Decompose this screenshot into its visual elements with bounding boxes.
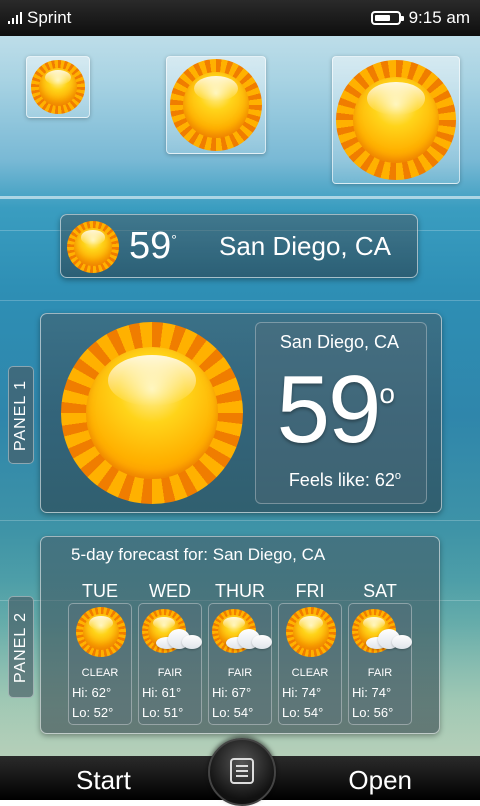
sun-icon: [278, 575, 342, 725]
degree-symbol: o: [379, 378, 395, 409]
forecast-condition: FAIR: [227, 667, 253, 679]
open-softkey[interactable]: Open: [348, 765, 412, 796]
sun-icon: [336, 60, 456, 180]
sun-icon: [76, 607, 126, 657]
forecast-low: Lo: 52°: [72, 705, 114, 720]
forecast-day[interactable]: FRI CLEAR Hi: 74° Lo: 54°: [278, 575, 342, 725]
sun-icon: [68, 575, 132, 725]
cloud-icon: [226, 629, 272, 649]
menu-icon: [230, 758, 254, 784]
panel-1-label[interactable]: PANEL 1: [8, 366, 34, 464]
start-softkey[interactable]: Start: [76, 765, 131, 796]
compact-weather-widget[interactable]: 59° San Diego, CA: [60, 214, 418, 278]
cloud-icon: [366, 629, 412, 649]
current-temperature: 59o: [276, 356, 395, 463]
forecast-day[interactable]: THUR FAIR Hi: 67° Lo: 54°: [208, 575, 272, 725]
forecast-low: Lo: 56°: [352, 705, 394, 720]
forecast-low: Lo: 54°: [282, 705, 324, 720]
tile-sun-small[interactable]: [26, 56, 90, 118]
compact-temperature: 59°: [129, 225, 177, 267]
sun-icon: [67, 221, 119, 273]
sun-icon: [286, 607, 336, 657]
forecast-high: Hi: 74°: [282, 685, 322, 700]
forecast-condition: FAIR: [157, 667, 183, 679]
forecast-condition: CLEAR: [81, 667, 119, 679]
status-time: 9:15 am: [408, 8, 470, 27]
forecast-low: Lo: 51°: [142, 705, 184, 720]
tile-sun-medium[interactable]: [166, 56, 266, 154]
sun-icon: [170, 59, 262, 151]
forecast-condition: CLEAR: [291, 667, 329, 679]
menu-button[interactable]: [208, 738, 276, 806]
tile-sun-large[interactable]: [332, 56, 460, 184]
feels-like-text: Feels like: 62o: [288, 470, 401, 490]
carrier-name: Sprint: [27, 8, 72, 27]
wave-line: [0, 300, 480, 301]
partly-cloudy-icon: [348, 575, 412, 725]
forecast-day[interactable]: WED FAIR Hi: 61° Lo: 51°: [138, 575, 202, 725]
cloud-icon: [156, 629, 202, 649]
forecast-high: Hi: 67°: [212, 685, 252, 700]
current-weather-panel[interactable]: San Diego, CA 59o Feels like: 62o: [40, 313, 442, 513]
wave-line: [0, 520, 480, 521]
status-bar: Sprint 9:15 am: [0, 0, 480, 36]
forecast-low: Lo: 54°: [212, 705, 254, 720]
partly-cloudy-icon: [208, 575, 272, 725]
forecast-day[interactable]: TUE CLEAR Hi: 62° Lo: 52°: [68, 575, 132, 725]
horizon-line: [0, 196, 480, 199]
degree-symbol: °: [171, 231, 177, 248]
forecast-title: 5-day forecast for: San Diego, CA: [71, 545, 326, 564]
forecast-high: Hi: 61°: [142, 685, 182, 700]
panel-location: San Diego, CA: [279, 332, 399, 352]
sun-icon: [61, 322, 243, 504]
battery-icon: [370, 11, 404, 25]
panel-2-label[interactable]: PANEL 2: [8, 596, 34, 698]
signal-icon: [8, 12, 22, 24]
sun-icon: [31, 60, 85, 114]
forecast-condition: FAIR: [367, 667, 393, 679]
forecast-high: Hi: 74°: [352, 685, 392, 700]
partly-cloudy-icon: [138, 575, 202, 725]
forecast-panel[interactable]: 5-day forecast for: San Diego, CA TUE CLE…: [40, 536, 440, 734]
forecast-high: Hi: 62°: [72, 685, 112, 700]
forecast-day[interactable]: SAT FAIR Hi: 74° Lo: 56°: [348, 575, 412, 725]
degree-symbol: o: [394, 470, 401, 482]
compact-location: San Diego, CA: [219, 231, 391, 261]
